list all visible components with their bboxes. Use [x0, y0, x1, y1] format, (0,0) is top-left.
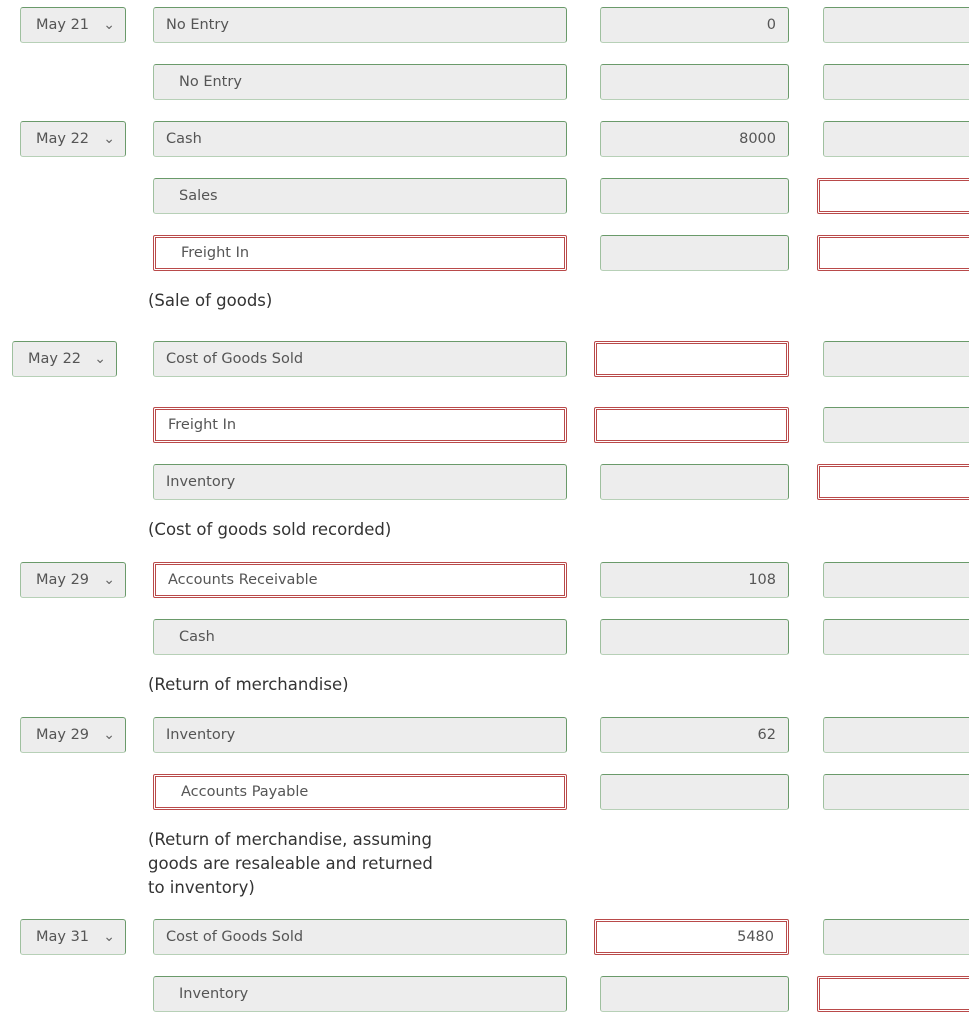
journal-line: May 31 ⌄ Cost of Goods Sold 5480 [0, 919, 969, 955]
chevron-down-icon: ⌄ [103, 929, 115, 945]
journal-line: No Entry [0, 64, 969, 100]
journal-line: Freight In [0, 407, 969, 443]
entry-description: (Return of merchandise) [148, 675, 349, 694]
credit-input[interactable] [817, 976, 969, 1012]
account-select[interactable]: Cost of Goods Sold [153, 919, 567, 955]
credit-input[interactable] [823, 64, 969, 100]
journal-line: Inventory [0, 976, 969, 1012]
account-select[interactable]: No Entry [153, 64, 567, 100]
credit-input[interactable] [823, 619, 969, 655]
journal-line: Sales [0, 178, 969, 214]
debit-input[interactable] [600, 774, 789, 810]
credit-input[interactable] [817, 235, 969, 271]
chevron-down-icon: ⌄ [103, 727, 115, 743]
journal-line: May 29 ⌄ Accounts Receivable 108 [0, 562, 969, 598]
journal-line: May 29 ⌄ Inventory 62 [0, 717, 969, 753]
entry-description: (Return of merchandise, assuming goods a… [148, 828, 433, 900]
account-select[interactable]: Cash [153, 619, 567, 655]
account-select[interactable]: Accounts Payable [153, 774, 567, 810]
date-select[interactable]: May 22 ⌄ [20, 121, 126, 157]
entry-description: (Cost of goods sold recorded) [148, 520, 392, 539]
credit-input[interactable] [823, 407, 969, 443]
date-select[interactable]: May 31 ⌄ [20, 919, 126, 955]
account-select[interactable]: Accounts Receivable [153, 562, 567, 598]
debit-input[interactable] [600, 464, 789, 500]
debit-input[interactable] [600, 235, 789, 271]
date-select[interactable]: May 22 ⌄ [12, 341, 117, 377]
debit-input[interactable] [600, 178, 789, 214]
entry-description: (Sale of goods) [148, 291, 273, 310]
date-select[interactable]: May 21 ⌄ [20, 7, 126, 43]
entry-description-line: goods are resaleable and returned [148, 854, 433, 873]
debit-input[interactable] [594, 341, 789, 377]
debit-input[interactable]: 8000 [600, 121, 789, 157]
debit-input[interactable] [600, 619, 789, 655]
journal-line: Accounts Payable [0, 774, 969, 810]
credit-input[interactable] [823, 121, 969, 157]
debit-input[interactable] [600, 64, 789, 100]
entry-description-line: to inventory) [148, 878, 255, 897]
debit-input[interactable]: 0 [600, 7, 789, 43]
debit-input[interactable] [600, 976, 789, 1012]
account-select[interactable]: Freight In [153, 235, 567, 271]
journal-line: Inventory [0, 464, 969, 500]
date-select[interactable]: May 29 ⌄ [20, 562, 126, 598]
credit-input[interactable] [823, 7, 969, 43]
credit-input[interactable] [823, 562, 969, 598]
account-select[interactable]: Inventory [153, 976, 567, 1012]
chevron-down-icon: ⌄ [94, 351, 106, 367]
debit-input[interactable] [594, 407, 789, 443]
account-select[interactable]: Freight In [153, 407, 567, 443]
credit-input[interactable] [823, 919, 969, 955]
account-select[interactable]: No Entry [153, 7, 567, 43]
credit-input[interactable] [823, 341, 969, 377]
credit-input[interactable] [823, 717, 969, 753]
date-select[interactable]: May 29 ⌄ [20, 717, 126, 753]
account-select[interactable]: Inventory [153, 464, 567, 500]
credit-input[interactable] [817, 464, 969, 500]
journal-line: May 22 ⌄ Cost of Goods Sold [0, 341, 969, 377]
entry-description-line: (Return of merchandise, assuming [148, 830, 432, 849]
credit-input[interactable] [817, 178, 969, 214]
journal-line: Cash [0, 619, 969, 655]
chevron-down-icon: ⌄ [103, 17, 115, 33]
chevron-down-icon: ⌄ [103, 572, 115, 588]
account-select[interactable]: Sales [153, 178, 567, 214]
debit-input[interactable]: 5480 [594, 919, 789, 955]
credit-input[interactable] [823, 774, 969, 810]
account-select[interactable]: Cash [153, 121, 567, 157]
journal-line: May 22 ⌄ Cash 8000 [0, 121, 969, 157]
journal-line: Freight In [0, 235, 969, 271]
account-select[interactable]: Inventory [153, 717, 567, 753]
journal-line: May 21 ⌄ No Entry 0 [0, 7, 969, 43]
debit-input[interactable]: 62 [600, 717, 789, 753]
debit-input[interactable]: 108 [600, 562, 789, 598]
chevron-down-icon: ⌄ [103, 131, 115, 147]
account-select[interactable]: Cost of Goods Sold [153, 341, 567, 377]
